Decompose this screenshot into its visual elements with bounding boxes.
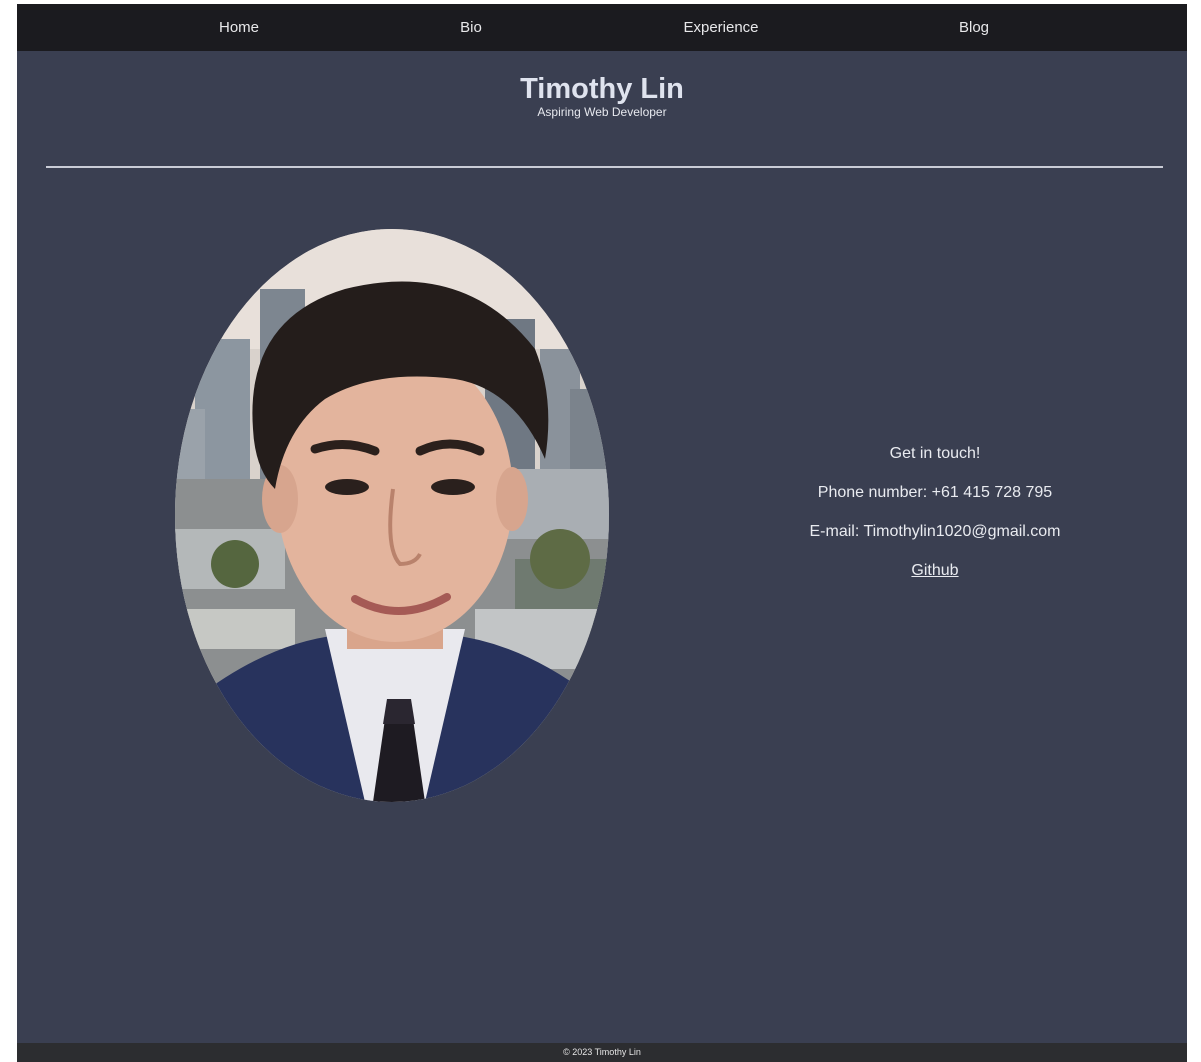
page: Home Bio Experience Blog Timothy Lin Asp… xyxy=(17,4,1187,1062)
contact-section: Get in touch! Phone number: +61 415 728 … xyxy=(737,444,1133,600)
footer-copyright: © 2023 Timothy Lin xyxy=(563,1047,641,1057)
footer: © 2023 Timothy Lin xyxy=(17,1043,1187,1062)
contact-heading: Get in touch! xyxy=(889,445,981,462)
contact-phone: Phone number: +61 415 728 795 xyxy=(817,484,1053,501)
nav-link-bio[interactable]: Bio xyxy=(460,4,482,51)
page-subtitle: Aspiring Web Developer xyxy=(537,105,667,119)
page-header: Timothy Lin Aspiring Web Developer xyxy=(17,51,1187,119)
nav-link-experience[interactable]: Experience xyxy=(683,4,758,51)
profile-photo xyxy=(175,229,609,802)
contact-email: E-mail: Timothylin1020@gmail.com xyxy=(809,523,1061,540)
nav-link-home[interactable]: Home xyxy=(219,4,259,51)
navbar: Home Bio Experience Blog xyxy=(17,4,1187,51)
header-divider xyxy=(46,166,1163,168)
nav-link-blog[interactable]: Blog xyxy=(959,4,989,51)
profile-photo-illustration xyxy=(175,229,609,802)
page-title: Timothy Lin xyxy=(520,73,684,105)
github-link[interactable]: Github xyxy=(911,562,958,579)
contact-github: Github xyxy=(737,561,1133,580)
